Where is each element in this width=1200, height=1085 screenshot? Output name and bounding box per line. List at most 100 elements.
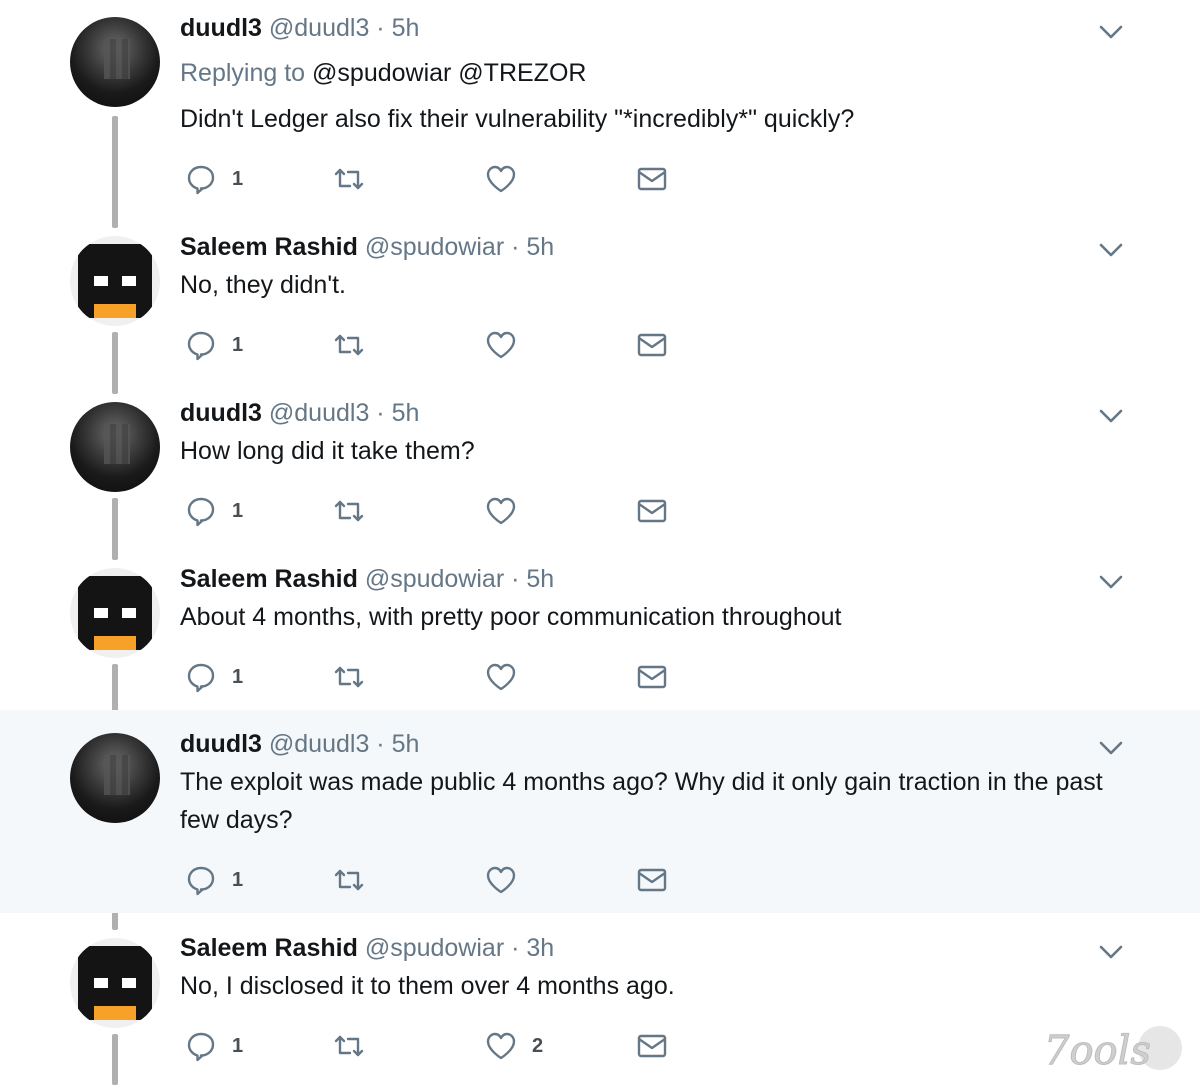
replying-mentions[interactable]: @spudowiar @TREZOR: [312, 59, 586, 87]
retweet-button[interactable]: [332, 328, 366, 362]
reply-button[interactable]: 1: [184, 660, 243, 694]
tweet-text: About 4 months, with pretty poor communi…: [180, 603, 842, 631]
like-button[interactable]: [484, 660, 532, 694]
timestamp[interactable]: · 5h: [376, 399, 419, 427]
dm-button[interactable]: [635, 1029, 669, 1063]
tweet-highlighted[interactable]: duudl3 @duudl3 · 5h The exploit was made…: [0, 710, 1200, 913]
tweet-header: Saleem Rashid @spudowiar · 3h: [180, 934, 554, 963]
retweet-icon: [332, 162, 366, 196]
dm-button[interactable]: [635, 494, 669, 528]
reply-icon: [184, 660, 218, 694]
tweet-actions: 1: [184, 863, 684, 897]
chevron-down-icon[interactable]: [1098, 240, 1124, 260]
tweet[interactable]: Saleem Rashid @spudowiar · 3h No, I disc…: [0, 930, 1200, 1085]
reply-button[interactable]: 1: [184, 494, 243, 528]
retweet-icon: [332, 1029, 366, 1063]
author-handle[interactable]: @duudl3: [269, 399, 369, 427]
author-name[interactable]: Saleem Rashid: [180, 565, 358, 593]
tweet-text: The exploit was made public 4 months ago…: [180, 768, 1103, 834]
like-button[interactable]: [484, 328, 532, 362]
retweet-icon: [332, 660, 366, 694]
retweet-icon: [332, 494, 366, 528]
like-icon: [484, 660, 518, 694]
timestamp[interactable]: · 5h: [376, 14, 419, 42]
author-handle[interactable]: @spudowiar: [365, 233, 504, 261]
like-button[interactable]: [484, 162, 532, 196]
like-icon: [484, 863, 518, 897]
reply-count: 1: [232, 1034, 244, 1057]
retweet-icon: [332, 328, 366, 362]
author-name[interactable]: duudl3: [180, 399, 262, 427]
author-handle[interactable]: @duudl3: [269, 14, 369, 42]
chevron-down-icon[interactable]: [1098, 942, 1124, 962]
tweet-text: How long did it take them?: [180, 437, 475, 465]
timestamp[interactable]: · 3h: [511, 934, 554, 962]
tweet-header: Saleem Rashid @spudowiar · 5h: [180, 565, 554, 594]
avatar[interactable]: [70, 236, 160, 326]
dm-button[interactable]: [635, 863, 669, 897]
dm-button[interactable]: [635, 162, 669, 196]
reply-icon: [184, 863, 218, 897]
reply-button[interactable]: 1: [184, 863, 243, 897]
dm-icon: [635, 863, 669, 897]
timestamp[interactable]: · 5h: [511, 565, 554, 593]
chevron-down-icon[interactable]: [1098, 22, 1124, 42]
retweet-button[interactable]: [332, 494, 366, 528]
chevron-down-icon[interactable]: [1098, 406, 1124, 426]
author-handle[interactable]: @duudl3: [269, 730, 369, 758]
dm-icon: [635, 162, 669, 196]
reply-button[interactable]: 1: [184, 162, 243, 196]
tweet-actions: 1: [184, 162, 684, 196]
timestamp[interactable]: · 5h: [376, 730, 419, 758]
reply-icon: [184, 162, 218, 196]
retweet-button[interactable]: [332, 162, 366, 196]
avatar[interactable]: [70, 938, 160, 1028]
like-icon: [484, 328, 518, 362]
tweet[interactable]: duudl3 @duudl3 · 5h How long did it take…: [0, 394, 1200, 560]
svg-text:7ools: 7ools: [1044, 1028, 1151, 1074]
reply-button[interactable]: 1: [184, 328, 243, 362]
watermark-logo: 7ools: [1040, 1020, 1190, 1080]
dm-icon: [635, 494, 669, 528]
chevron-down-icon[interactable]: [1098, 738, 1124, 758]
replying-to: Replying to @spudowiar @TREZOR: [180, 59, 586, 88]
dm-icon: [635, 1029, 669, 1063]
tweet-text: No, they didn't.: [180, 271, 346, 299]
author-handle[interactable]: @spudowiar: [365, 565, 504, 593]
retweet-button[interactable]: [332, 1029, 366, 1063]
author-handle[interactable]: @spudowiar: [365, 934, 504, 962]
retweet-button[interactable]: [332, 863, 366, 897]
reply-count: 1: [232, 868, 244, 891]
author-name[interactable]: duudl3: [180, 14, 262, 42]
like-button[interactable]: [484, 863, 532, 897]
tweet-header: Saleem Rashid @spudowiar · 5h: [180, 233, 554, 262]
tweet-header: duudl3 @duudl3 · 5h: [180, 730, 419, 759]
author-name[interactable]: duudl3: [180, 730, 262, 758]
tweet[interactable]: duudl3 @duudl3 · 5h Replying to @spudowi…: [0, 0, 1200, 220]
retweet-button[interactable]: [332, 660, 366, 694]
author-name[interactable]: Saleem Rashid: [180, 934, 358, 962]
dm-button[interactable]: [635, 328, 669, 362]
replying-label: Replying to: [180, 59, 306, 87]
tweet-actions: 1: [184, 660, 684, 694]
author-name[interactable]: Saleem Rashid: [180, 233, 358, 261]
tweet-header: duudl3 @duudl3 · 5h: [180, 399, 419, 428]
retweet-icon: [332, 863, 366, 897]
like-button[interactable]: 2: [484, 1029, 543, 1063]
tweet[interactable]: Saleem Rashid @spudowiar · 5h No, they d…: [0, 228, 1200, 394]
dm-button[interactable]: [635, 660, 669, 694]
reply-button[interactable]: 1: [184, 1029, 243, 1063]
like-count: 2: [532, 1034, 544, 1057]
timestamp[interactable]: · 5h: [511, 233, 554, 261]
avatar[interactable]: [70, 402, 160, 492]
avatar[interactable]: [70, 568, 160, 658]
tweet-actions: 1 2: [184, 1029, 684, 1063]
tweet[interactable]: Saleem Rashid @spudowiar · 5h About 4 mo…: [0, 560, 1200, 726]
like-button[interactable]: [484, 494, 532, 528]
avatar[interactable]: [70, 17, 160, 107]
tweet-actions: 1: [184, 494, 684, 528]
avatar[interactable]: [70, 733, 160, 823]
like-icon: [484, 494, 518, 528]
like-icon: [484, 162, 518, 196]
chevron-down-icon[interactable]: [1098, 572, 1124, 592]
